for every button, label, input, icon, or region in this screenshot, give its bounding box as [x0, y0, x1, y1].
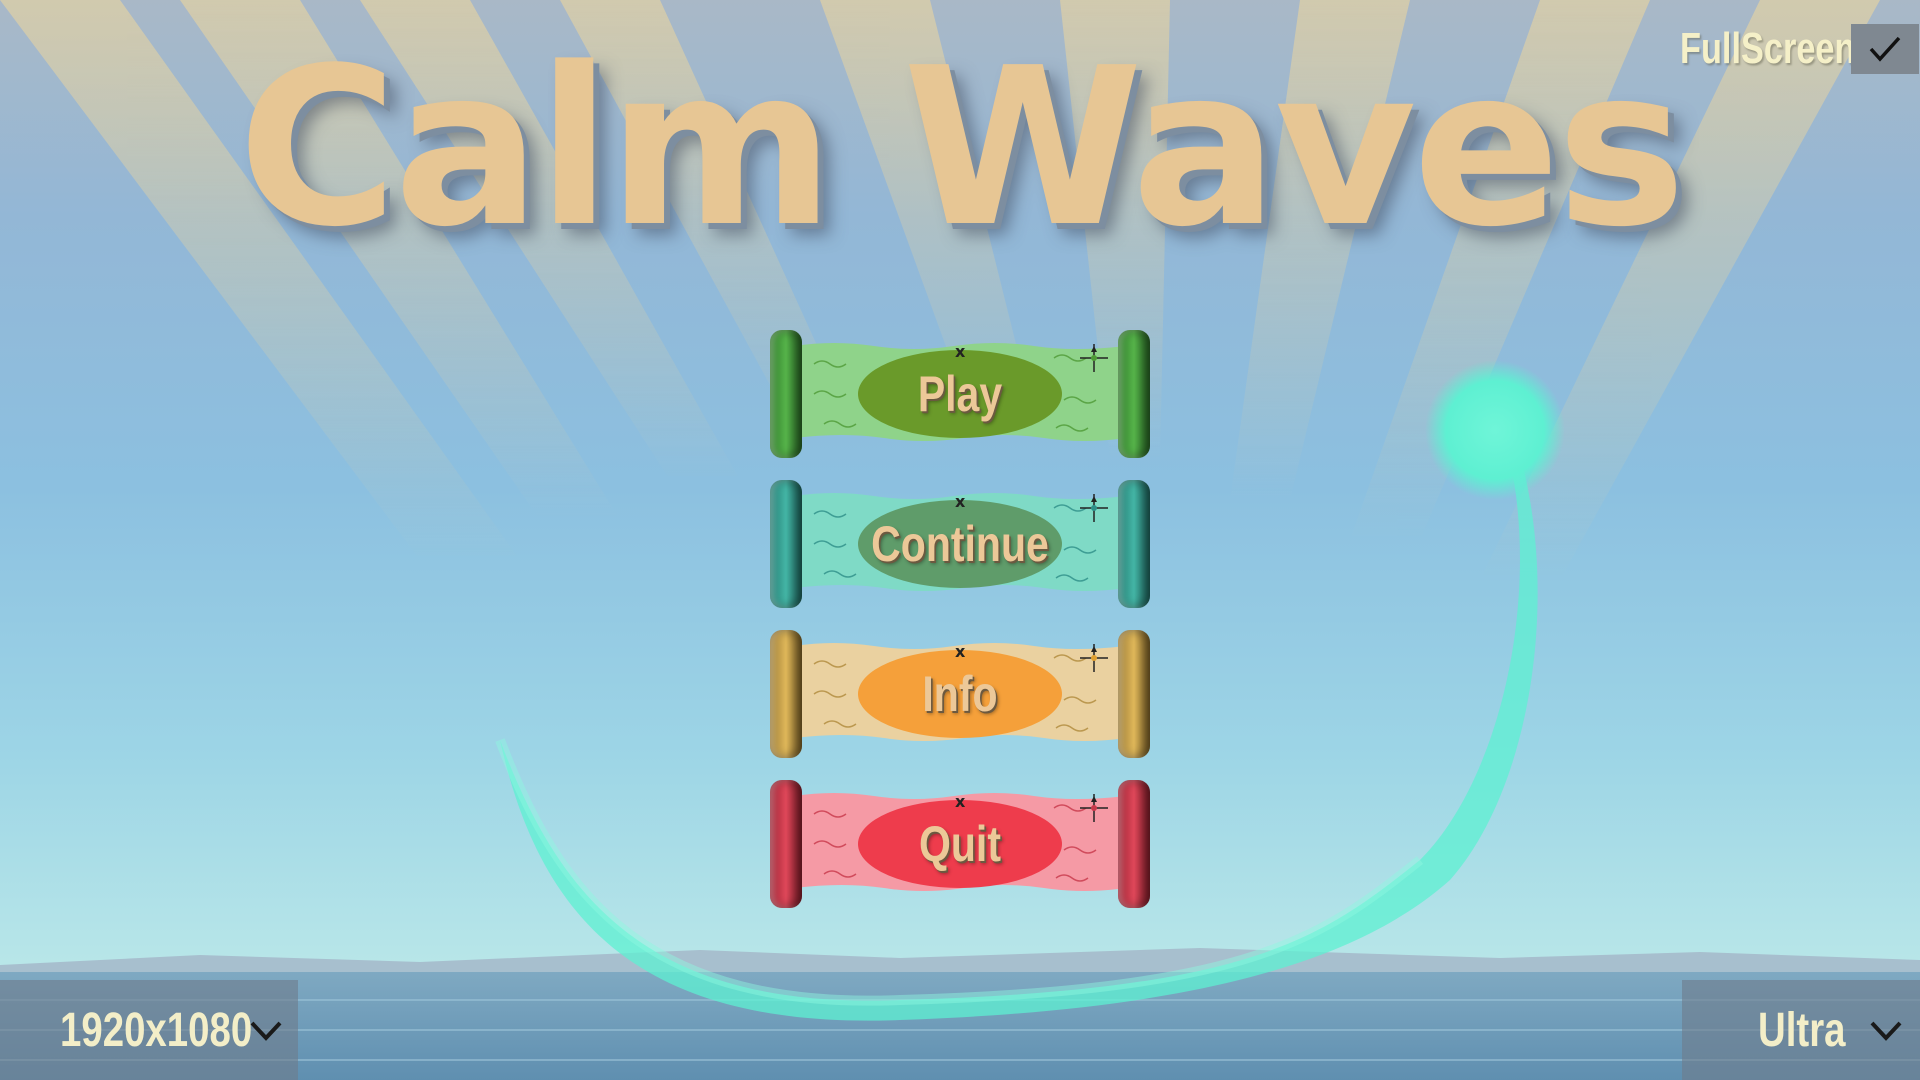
main-menu: x Play x Continue x Info x Quit — [770, 330, 1150, 930]
checkmark-icon — [1869, 36, 1901, 62]
fullscreen-checkbox[interactable] — [1851, 24, 1919, 74]
scroll-roller-right — [1118, 480, 1150, 608]
quality-dropdown[interactable]: Ultra — [1682, 980, 1920, 1080]
quit-button[interactable]: x Quit — [770, 780, 1150, 908]
chevron-down-icon — [1870, 1021, 1902, 1041]
scroll-roller-right — [1118, 630, 1150, 758]
scroll-roller-left — [770, 480, 802, 608]
info-button[interactable]: x Info — [770, 630, 1150, 758]
info-label: Info — [922, 666, 998, 722]
scroll-roller-left — [770, 630, 802, 758]
quit-label: Quit — [919, 816, 1001, 872]
continue-button[interactable]: x Continue — [770, 480, 1150, 608]
wave-orb — [1425, 360, 1565, 500]
resolution-value: 1920x1080 — [60, 1003, 253, 1057]
fullscreen-label: FullScreen — [1680, 24, 1856, 73]
game-title: Calm Waves — [237, 22, 1686, 275]
chevron-down-icon — [250, 1021, 282, 1041]
main-menu-scene: Calm Waves x Play x Continue x Info x Qu… — [0, 0, 1920, 1080]
play-label: Play — [917, 366, 1003, 422]
scroll-roller-right — [1118, 780, 1150, 908]
scroll-roller-left — [770, 330, 802, 458]
play-button[interactable]: x Play — [770, 330, 1150, 458]
scroll-roller-left — [770, 780, 802, 908]
scroll-roller-right — [1118, 330, 1150, 458]
quality-value: Ultra — [1758, 1003, 1846, 1057]
resolution-dropdown[interactable]: 1920x1080 — [0, 980, 298, 1080]
continue-label: Continue — [871, 516, 1049, 572]
